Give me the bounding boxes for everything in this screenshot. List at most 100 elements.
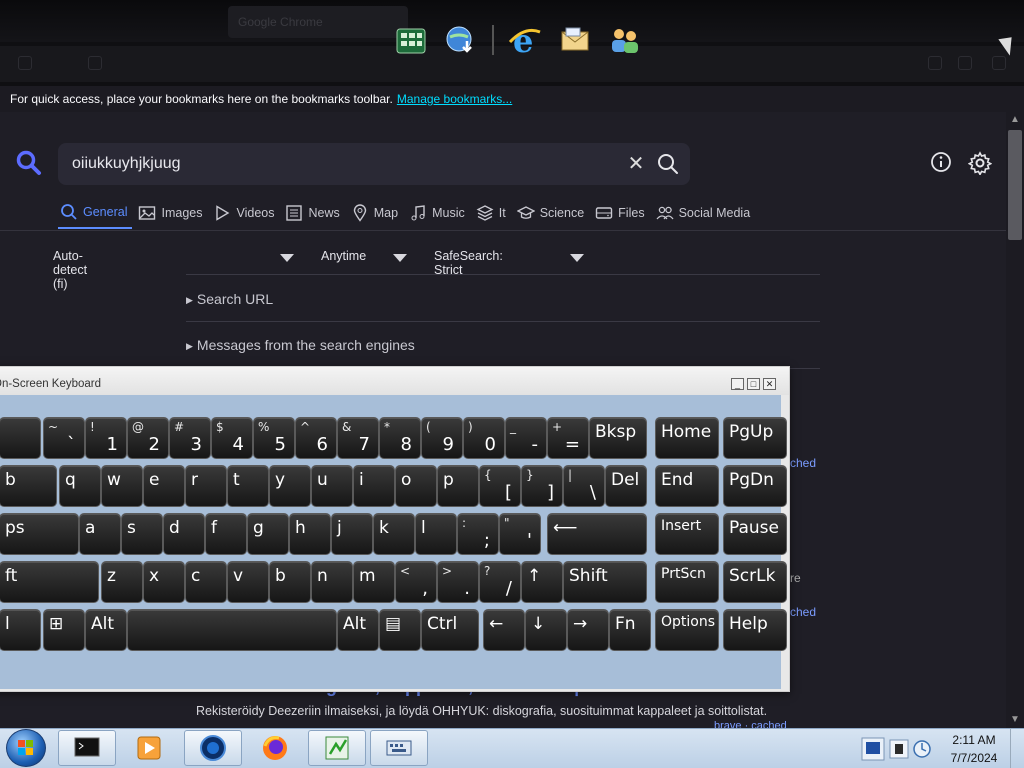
time-range-select[interactable]: Anytime (321, 249, 366, 263)
key-c[interactable]: c (185, 561, 227, 603)
search-input[interactable]: oiiukkuyhjkjuug (72, 155, 181, 173)
extensions-button[interactable] (958, 56, 972, 70)
internet-explorer-icon[interactable]: e (506, 21, 544, 59)
key-p[interactable]: p (437, 465, 479, 507)
key-a[interactable]: a (79, 513, 121, 555)
taskbar-item[interactable] (120, 730, 178, 766)
key-e[interactable]: e (143, 465, 185, 507)
key-5[interactable]: % 5 (253, 417, 295, 459)
scroll-up-arrow-icon[interactable]: ▲ (1008, 114, 1022, 126)
key-prtscn[interactable]: PrtScn (655, 561, 719, 603)
tab-it[interactable]: It (474, 203, 511, 229)
tab-videos[interactable]: Videos (211, 203, 279, 229)
key-symbol[interactable]: ~ ` (43, 417, 85, 459)
key-6[interactable]: ^ 6 (295, 417, 337, 459)
show-desktop-button[interactable] (1010, 728, 1024, 768)
back-button[interactable] (18, 56, 32, 70)
key-1[interactable]: ! 1 (85, 417, 127, 459)
key-scrlk[interactable]: ScrLk (723, 561, 787, 603)
cached-link[interactable]: ched (790, 456, 816, 470)
key-symbol[interactable]: {[ (479, 465, 521, 507)
key-symbol[interactable]: <, (395, 561, 437, 603)
key-r[interactable]: r (185, 465, 227, 507)
clear-search-button[interactable]: ✕ (624, 152, 648, 176)
clock-time[interactable]: 2:11 AM (946, 733, 1002, 747)
key-z[interactable]: z (101, 561, 143, 603)
key-w[interactable]: w (101, 465, 143, 507)
safesearch-chevron-down-icon[interactable] (570, 254, 584, 262)
clock-date[interactable]: 7/7/2024 (946, 751, 1002, 765)
key-ctrl[interactable]: Ctrl (421, 609, 479, 651)
tab-music[interactable]: Music (407, 203, 470, 229)
key-symbol[interactable]: ← (483, 609, 525, 651)
key-i[interactable]: i (353, 465, 395, 507)
key-symbol[interactable]: ? / (479, 561, 521, 603)
key-ft[interactable]: ft (0, 561, 99, 603)
globe-download-icon[interactable] (442, 21, 480, 59)
key-symbol[interactable]: + = (547, 417, 589, 459)
taskbar-item[interactable] (246, 730, 304, 766)
reload-button[interactable] (88, 56, 102, 70)
key-shift[interactable]: Shift (563, 561, 647, 603)
taskbar-item[interactable] (370, 730, 428, 766)
key-m[interactable]: m (353, 561, 395, 603)
language-chevron-down-icon[interactable] (280, 254, 294, 262)
engine-messages-disclosure[interactable]: ▶ Messages from the search engines (186, 337, 415, 353)
search-submit-icon[interactable] (656, 152, 680, 176)
key-f[interactable]: f (205, 513, 247, 555)
key-pgup[interactable]: PgUp (723, 417, 787, 459)
key-ps[interactable]: ps (0, 513, 79, 555)
key-symbol[interactable]: ⟵ (547, 513, 647, 555)
key-symbol[interactable]: _ - (505, 417, 547, 459)
key-9[interactable]: (9 (421, 417, 463, 459)
close-icon[interactable]: ✕ (763, 378, 776, 390)
key-v[interactable]: v (227, 561, 269, 603)
safesearch-select[interactable]: SafeSearch: Strict (434, 249, 503, 277)
key-alt[interactable]: Alt (85, 609, 127, 651)
key-bksp[interactable]: Bksp (589, 417, 647, 459)
key-options[interactable]: Options (655, 609, 719, 651)
taskbar-item[interactable] (184, 730, 242, 766)
key-b[interactable]: b (0, 465, 57, 507)
key-s[interactable]: s (121, 513, 163, 555)
key-symbol[interactable]: :; (457, 513, 499, 555)
key-help[interactable]: Help (723, 609, 787, 651)
key-symbol[interactable]: | \ (563, 465, 605, 507)
key-pgdn[interactable]: PgDn (723, 465, 787, 507)
tab-general[interactable]: General (58, 203, 133, 229)
minimize-icon[interactable]: _ (731, 378, 744, 390)
key-u[interactable]: u (311, 465, 353, 507)
manage-bookmarks-link[interactable]: Manage bookmarks... (397, 92, 512, 106)
cached-link[interactable]: ched (790, 605, 816, 619)
scroll-down-arrow-icon[interactable]: ▼ (1008, 714, 1022, 726)
key-blank[interactable] (127, 609, 337, 651)
key-3[interactable]: #3 (169, 417, 211, 459)
key-insert[interactable]: Insert (655, 513, 719, 555)
key-t[interactable]: t (227, 465, 269, 507)
key-del[interactable]: Del (605, 465, 647, 507)
app-grid-icon[interactable] (392, 21, 430, 59)
key-o[interactable]: o (395, 465, 437, 507)
key-symbol[interactable]: >. (437, 561, 479, 603)
search-url-disclosure[interactable]: ▶ Search URL (186, 291, 273, 307)
key-symbol[interactable]: ⊞ (43, 609, 85, 651)
maximize-icon[interactable]: □ (747, 378, 760, 390)
key-h[interactable]: h (289, 513, 331, 555)
info-icon[interactable] (930, 151, 952, 173)
key-y[interactable]: y (269, 465, 311, 507)
searxng-logo-icon[interactable] (16, 150, 42, 176)
key-g[interactable]: g (247, 513, 289, 555)
gear-icon[interactable] (968, 151, 992, 175)
key-j[interactable]: j (331, 513, 373, 555)
tab-images[interactable]: Images (136, 203, 207, 229)
osk-titlebar[interactable]: On-Screen Keyboard _ □ ✕ (0, 367, 789, 395)
key-end[interactable]: End (655, 465, 719, 507)
language-select[interactable]: Auto-detect (fi) (53, 249, 87, 291)
key-k[interactable]: k (373, 513, 415, 555)
key-symbol[interactable]: → (567, 609, 609, 651)
taskbar-item[interactable] (58, 730, 116, 766)
key-symbol[interactable]: ↓ (525, 609, 567, 651)
key-b[interactable]: b (269, 561, 311, 603)
taskbar-item[interactable] (308, 730, 366, 766)
start-button[interactable] (6, 729, 46, 767)
